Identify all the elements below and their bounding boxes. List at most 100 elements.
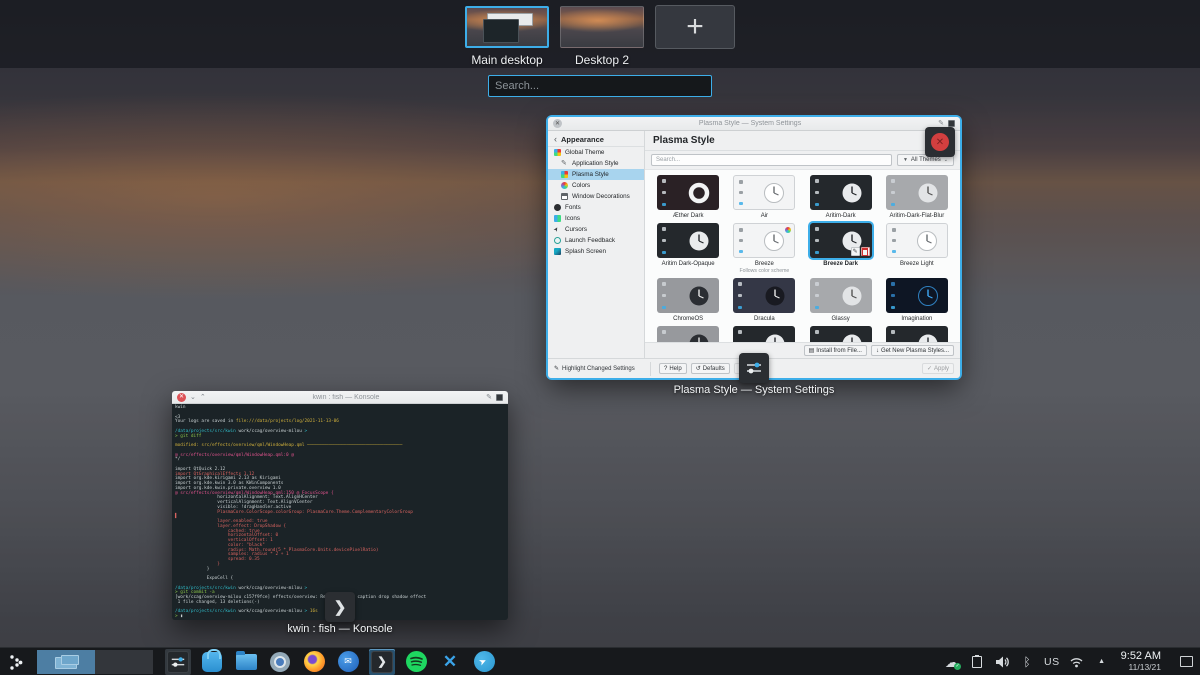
add-desktop-button[interactable]: + xyxy=(655,5,735,49)
theme-preview-icons xyxy=(662,227,666,254)
clock-preview xyxy=(763,284,787,308)
taskbar-app-thunderbird[interactable]: ✉ xyxy=(335,649,361,675)
taskbar-app-system-settings[interactable] xyxy=(165,649,191,675)
close-icon[interactable]: ✕ xyxy=(553,119,562,128)
apply-button[interactable]: ✓ Apply xyxy=(922,363,954,374)
splash-screen-icon xyxy=(554,248,561,255)
color-scheme-badge-icon xyxy=(785,227,791,233)
install-from-file-button[interactable]: ▤ Install from File... xyxy=(804,345,867,356)
tray-expander-icon[interactable]: ▲ xyxy=(1094,653,1110,671)
sidebar-item-window-decorations[interactable]: Window Decorations xyxy=(548,191,644,202)
theme-card-partial-13[interactable] xyxy=(728,326,800,342)
show-desktop-button[interactable] xyxy=(1180,656,1193,667)
check-icon: ✓ xyxy=(927,365,932,372)
virtual-desktop-pager[interactable] xyxy=(37,650,153,674)
pager-desktop-2[interactable] xyxy=(95,650,153,674)
breadcrumb[interactable]: ‹ Appearance xyxy=(548,132,644,147)
icons-icon xyxy=(554,215,561,222)
delete-theme-icon[interactable] xyxy=(861,247,870,256)
clock-preview xyxy=(916,332,940,343)
maximize-icon[interactable] xyxy=(948,120,955,127)
record-button[interactable]: ✕ xyxy=(925,127,955,157)
theme-search-input[interactable]: Search... xyxy=(651,154,892,166)
help-button[interactable]: ? Help xyxy=(659,363,687,374)
back-chevron-icon: ‹ xyxy=(554,134,557,144)
taskbar-app-firefox[interactable] xyxy=(301,649,327,675)
theme-card-breeze-light[interactable]: Breeze Light xyxy=(881,223,953,274)
desktop-thumbnail-1[interactable]: Main desktop xyxy=(465,6,549,67)
keyboard-layout-indicator[interactable]: US xyxy=(1044,653,1060,671)
theme-name: Breeze Dark xyxy=(823,261,858,267)
nextcloud-icon[interactable]: ☁✓ xyxy=(944,653,960,671)
theme-card-air[interactable]: Air xyxy=(728,175,800,219)
keep-above-icon[interactable]: ⌃ xyxy=(200,394,206,401)
sidebar-item-splash-screen[interactable]: Splash Screen xyxy=(548,246,644,257)
sidebar-item-launch-feedback[interactable]: Launch Feedback xyxy=(548,235,644,246)
highlight-changed-settings-button[interactable]: ✎ Highlight Changed Settings xyxy=(554,365,646,372)
theme-card-aritim-dark-opaque[interactable]: Aritim Dark-Opaque xyxy=(652,223,724,274)
taskbar-app-vscode[interactable]: ✕ xyxy=(437,649,463,675)
bluetooth-icon[interactable]: ᛒ xyxy=(1019,653,1035,671)
clock-preview xyxy=(916,181,940,205)
theme-card-partial-14[interactable] xyxy=(805,326,877,342)
sidebar-item-icons[interactable]: Icons xyxy=(548,213,644,224)
theme-card--ther-dark[interactable]: Æther Dark xyxy=(652,175,724,219)
theme-name: Air xyxy=(761,213,768,219)
pager-desktop-1[interactable] xyxy=(37,650,95,674)
theme-card-aritim-dark[interactable]: Aritim-Dark xyxy=(805,175,877,219)
settings-window-caption: Plasma Style — System Settings xyxy=(548,384,960,396)
theme-name: Aritim-Dark xyxy=(826,213,856,219)
cursors-icon xyxy=(554,226,561,233)
global-theme-icon xyxy=(554,149,561,156)
taskbar-app-telegram[interactable]: ➤ xyxy=(471,649,497,675)
sidebar-item-cursors[interactable]: Cursors xyxy=(548,224,644,235)
theme-card-chromeos[interactable]: ChromeOS xyxy=(652,278,724,322)
wifi-icon[interactable] xyxy=(1069,653,1085,671)
window-system-settings[interactable]: ✕ Plasma Style — System Settings ✎ ‹ App… xyxy=(548,117,960,378)
pin-icon[interactable]: ✎ xyxy=(486,394,492,401)
sidebar-item-label: Launch Feedback xyxy=(565,237,615,244)
app-launcher-button[interactable] xyxy=(5,650,29,674)
get-new-styles-button[interactable]: ↓ Get New Plasma Styles... xyxy=(871,345,954,356)
theme-preview-icons xyxy=(815,227,819,254)
digital-clock[interactable]: 9:52 AM 11/13/21 xyxy=(1121,651,1161,671)
taskbar-app-chromium[interactable] xyxy=(267,649,293,675)
theme-card-aritim-dark-flat-blur[interactable]: Aritim-Dark-Flat-Blur xyxy=(881,175,953,219)
theme-card-breeze-dark[interactable]: ✎ Breeze Dark xyxy=(805,223,877,274)
keep-below-icon[interactable]: ⌄ xyxy=(190,394,196,401)
clock-preview xyxy=(687,284,711,308)
taskbar-app-dolphin[interactable] xyxy=(233,649,259,675)
search-input[interactable] xyxy=(488,75,712,97)
clock-date: 11/13/21 xyxy=(1121,663,1161,672)
system-tray: ☁✓ ᛒ US ▲ 9:52 AM xyxy=(944,651,1195,671)
pin-icon[interactable]: ✎ xyxy=(938,120,944,127)
taskbar-app-spotify[interactable] xyxy=(403,649,429,675)
taskbar-app-discover[interactable] xyxy=(199,649,225,675)
theme-card-imagination[interactable]: Imagination xyxy=(881,278,953,322)
desktop-thumbnail-2[interactable]: Desktop 2 xyxy=(560,6,644,67)
edit-theme-icon[interactable]: ✎ xyxy=(851,247,860,256)
sidebar-item-label: Application Style xyxy=(572,160,619,167)
sidebar-item-fonts[interactable]: Fonts xyxy=(548,202,644,213)
close-icon[interactable]: ✕ xyxy=(177,393,186,402)
volume-icon[interactable] xyxy=(994,653,1010,671)
maximize-icon[interactable] xyxy=(496,394,503,401)
theme-card-breeze[interactable]: BreezeFollows color scheme xyxy=(728,223,800,274)
taskbar-app-konsole[interactable]: ❯ xyxy=(369,649,395,675)
sidebar-item-application-style[interactable]: Application Style xyxy=(548,158,644,169)
theme-preview-icons xyxy=(891,330,895,342)
theme-card-partial-15[interactable] xyxy=(881,326,953,342)
theme-card-partial-12[interactable] xyxy=(652,326,724,342)
sidebar-item-label: Cursors xyxy=(565,226,587,233)
window-konsole[interactable]: ✕ ⌄ ⌃ kwin : fish — Konsole ✎ kwin <3You… xyxy=(172,391,508,620)
theme-card-glassy[interactable]: Glassy xyxy=(805,278,877,322)
sidebar-item-colors[interactable]: Colors xyxy=(548,180,644,191)
clipboard-icon[interactable] xyxy=(969,653,985,671)
theme-preview xyxy=(657,326,719,342)
defaults-button[interactable]: ↺ Defaults xyxy=(691,363,730,374)
sidebar-item-global-theme[interactable]: Global Theme xyxy=(548,147,644,158)
undo-icon: ↺ xyxy=(696,365,701,372)
theme-card-dracula[interactable]: Dracula xyxy=(728,278,800,322)
theme-preview xyxy=(733,223,795,258)
sidebar-item-plasma-style[interactable]: Plasma Style xyxy=(548,169,644,180)
